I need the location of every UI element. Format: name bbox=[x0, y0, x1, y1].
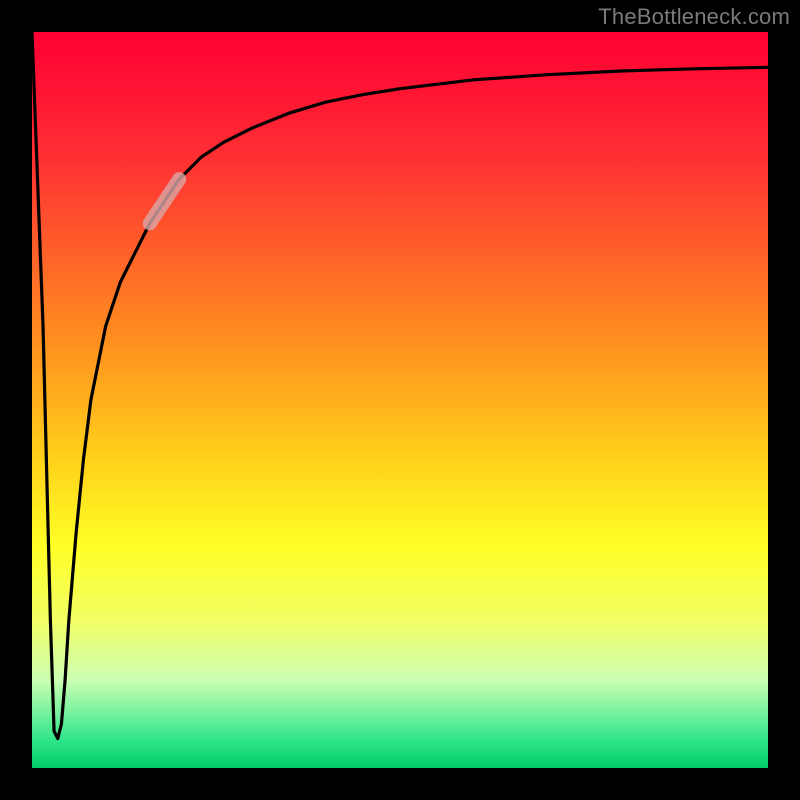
chart-stage: TheBottleneck.com bbox=[0, 0, 800, 800]
curve-highlight-segment bbox=[150, 179, 179, 223]
curve-svg bbox=[32, 32, 768, 768]
plot-area bbox=[32, 32, 768, 768]
watermark-text: TheBottleneck.com bbox=[598, 4, 790, 30]
bottleneck-curve bbox=[32, 32, 768, 739]
